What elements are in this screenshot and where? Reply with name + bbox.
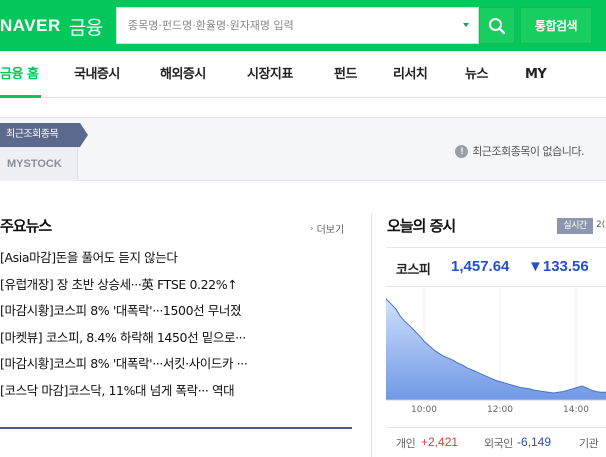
news-headline[interactable]: [마감시황]코스피 8% '대폭락'···서킷·사이드카 ··· [0, 351, 350, 378]
nav-funds[interactable]: 펀드 [334, 51, 357, 98]
nav-research[interactable]: 리서치 [393, 51, 428, 98]
autocomplete-toggle-icon[interactable] [463, 23, 469, 27]
section-divider [371, 213, 372, 457]
nav-market-indicators[interactable]: 시장지표 [247, 51, 293, 98]
recent-empty-text: 최근조회종목이 없습니다. [472, 145, 584, 158]
news-headline[interactable]: [코스닥 마감]코스닥, 11%대 넘게 폭락··· 역대 [0, 378, 350, 405]
search-box [116, 7, 479, 44]
finance-logo[interactable]: 금융 [69, 13, 103, 40]
nav-active-indicator [0, 95, 41, 98]
news-headline[interactable]: [Asia마감]돈을 풀어도 듣지 않는다 [0, 245, 350, 272]
individual-value: +2,421 [421, 435, 459, 449]
nav-my[interactable]: MY [525, 51, 547, 98]
mystock-tab[interactable]: MYSTOCK [0, 147, 78, 181]
chevron-right-icon: › [310, 223, 314, 234]
top-news-heading: 주요뉴스 [0, 217, 52, 235]
realtime-badge: 실시간 [557, 218, 593, 234]
nav-domestic-stocks[interactable]: 국내증시 [74, 51, 120, 98]
index-name: 코스피 [396, 263, 431, 278]
search-input[interactable] [117, 9, 447, 42]
news-more-link[interactable]: › 더보기 [310, 221, 345, 237]
recent-stocks-tab[interactable]: 최근조회종목 [0, 123, 88, 147]
recent-empty-message: ! 최근조회종목이 없습니다. [455, 143, 584, 159]
search-button[interactable] [479, 7, 515, 44]
news-list: [Asia마감]돈을 풀어도 듣지 않는다 [유럽개장] 장 초반 상승세···… [0, 245, 350, 404]
institution-label: 기관 [579, 437, 599, 450]
kospi-intraday-chart[interactable]: 10:00 12:00 14:00 [386, 288, 606, 418]
today-market-heading: 오늘의 증시 [387, 217, 456, 235]
news-headline[interactable]: [마켓뷰] 코스피, 8.4% 하락해 1450선 밑으로··· [0, 325, 350, 352]
recent-stocks-panel: 최근조회종목 MYSTOCK ! 최근조회종목이 없습니다. [0, 117, 606, 181]
info-icon: ! [455, 144, 469, 158]
top-header: NAVER 금융 통합검색 [0, 0, 606, 51]
index-change: ▼133.56 [528, 258, 589, 275]
nav-finance-home[interactable]: 금융 홈 [0, 51, 39, 98]
foreign-label: 외국인 [484, 437, 513, 450]
news-headline[interactable]: [유럽개장] 장 초반 상승세···英 FTSE 0.22%↑ [0, 272, 350, 299]
index-value: 1,457.64 [451, 258, 510, 275]
market-time-text: 2( [596, 220, 606, 230]
x-tick-label: 10:00 [411, 405, 437, 415]
kospi-summary[interactable]: 코스피 1,457.64 ▼133.56 [386, 247, 606, 287]
naver-finance-logo[interactable]: NAVER 금융 [0, 13, 103, 39]
main-nav: 금융 홈 국내증시 해외증시 시장지표 펀드 리서치 뉴스 MY [0, 51, 606, 98]
individual-label: 개인 [396, 437, 416, 450]
foreign-value: -6,149 [517, 435, 552, 449]
search-icon [489, 17, 506, 34]
naver-logo[interactable]: NAVER [0, 16, 61, 36]
news-divider [0, 427, 352, 429]
news-headline[interactable]: [마감시황]코스피 8% '대폭락'···1500선 무너졌 [0, 298, 350, 325]
chart-x-ticks: 10:00 12:00 14:00 [411, 405, 589, 415]
total-search-button[interactable]: 통합검색 [520, 7, 592, 44]
news-more-label[interactable]: 더보기 [317, 221, 345, 236]
x-tick-label: 12:00 [487, 405, 513, 415]
nav-news[interactable]: 뉴스 [465, 51, 488, 98]
investor-flow: 개인 +2,421 외국인 -6,149 기관 [386, 427, 606, 457]
x-tick-label: 14:00 [563, 405, 589, 415]
chart-area-fill [386, 298, 606, 400]
nav-overseas-stocks[interactable]: 해외증시 [160, 51, 206, 98]
